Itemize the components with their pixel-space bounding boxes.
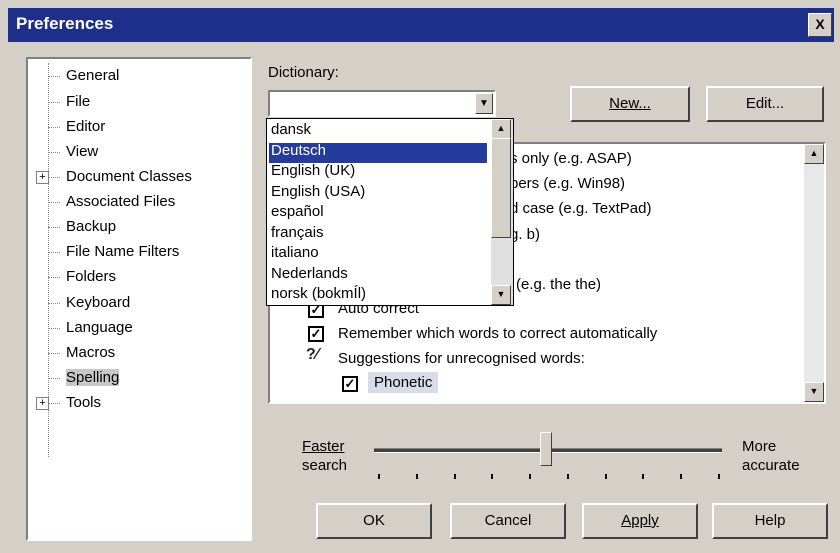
suggestions-label: Suggestions for unrecognised words:: [338, 350, 585, 367]
tree-connector: [48, 152, 60, 153]
slider-tick: [680, 474, 683, 479]
cancel-button[interactable]: Cancel: [450, 503, 566, 539]
tree-item-general[interactable]: General: [66, 67, 119, 84]
dictionary-option[interactable]: Deutsch: [271, 142, 326, 159]
tree-item-keyboard[interactable]: Keyboard: [66, 294, 130, 311]
tree-item-folders[interactable]: Folders: [66, 268, 116, 285]
tree-connector: [48, 403, 60, 404]
tree-item-view[interactable]: View: [66, 143, 98, 160]
preferences-dialog: Preferences X General File Editor View + Docu…: [0, 0, 840, 553]
dictionary-option[interactable]: Nederlands: [271, 265, 348, 282]
tree-item-associated-files[interactable]: Associated Files: [66, 193, 175, 210]
dictionary-option[interactable]: norsk (bokmÍl): [271, 285, 366, 302]
ok-button-label: OK: [363, 512, 385, 529]
slider-right-label-2: accurate: [742, 457, 800, 474]
remember-corrections-checkbox[interactable]: ✓: [308, 326, 324, 342]
dictionary-label: Dictionary:: [268, 64, 339, 81]
tree-item-spelling[interactable]: Spelling: [66, 369, 120, 386]
close-button[interactable]: X: [808, 13, 832, 37]
accuracy-slider-thumb[interactable]: [540, 432, 552, 466]
scroll-up-icon[interactable]: ▲: [804, 144, 824, 164]
tree-expand-icon[interactable]: +: [36, 171, 49, 184]
apply-button-label: Apply: [621, 512, 659, 529]
tree-connector: [48, 328, 60, 329]
dictionary-select[interactable]: ▼: [268, 90, 496, 117]
dictionary-option[interactable]: español: [271, 203, 324, 220]
phonetic-checkbox[interactable]: ✓: [342, 376, 358, 392]
dropdown-arrow-icon[interactable]: ▼: [475, 93, 493, 114]
tree-connector: [48, 127, 60, 128]
dictionary-option[interactable]: English (UK): [271, 162, 355, 179]
slider-tick: [491, 474, 494, 479]
dropdown-scroll-down-icon[interactable]: ▼: [491, 285, 511, 305]
option-mixed-case[interactable]: d case (e.g. TextPad): [510, 200, 651, 217]
remember-corrections-label: Remember which words to correct automati…: [338, 325, 658, 342]
new-button-label: New...: [609, 95, 651, 112]
slider-tick: [718, 474, 720, 479]
options-scrollbar[interactable]: ▲ ▼: [804, 144, 824, 402]
slider-tick: [415, 474, 418, 479]
title-bar: Preferences X: [8, 8, 834, 42]
tree-item-file[interactable]: File: [66, 93, 90, 110]
slider-tick: [604, 474, 607, 479]
tree-item-backup[interactable]: Backup: [66, 218, 116, 235]
tree-connector: [48, 76, 60, 77]
new-button[interactable]: New...: [570, 86, 690, 122]
option-repeated-words[interactable]: (e.g. the the): [516, 276, 601, 293]
slider-tick: [453, 474, 456, 479]
tree-connector: [48, 277, 60, 278]
tree-item-macros[interactable]: Macros: [66, 344, 115, 361]
phonetic-label: Phonetic: [368, 372, 439, 393]
tree-item-language[interactable]: Language: [66, 319, 133, 336]
tree-item-file-name-filters[interactable]: File Name Filters: [66, 243, 179, 260]
option-single-letter[interactable]: g. b): [510, 226, 540, 243]
dialog-title: Preferences: [16, 14, 114, 33]
slider-tick: [642, 474, 645, 479]
tree-item-editor[interactable]: Editor: [66, 118, 105, 135]
slider-tick: [529, 474, 532, 479]
slider-tick: [566, 474, 569, 479]
tree-connector: [48, 303, 60, 304]
tree-connector: [48, 353, 60, 354]
option-uppercase[interactable]: s only (e.g. ASAP): [510, 150, 632, 167]
help-button[interactable]: Help: [712, 503, 828, 539]
tree-expand-icon[interactable]: +: [36, 397, 49, 410]
slider-left-label-1: Faster: [302, 438, 345, 455]
scroll-down-icon[interactable]: ▼: [804, 382, 824, 402]
tree-connector: [48, 177, 60, 178]
dropdown-scrollbar[interactable]: ▲ ▼: [491, 119, 513, 305]
slider-tick: [378, 474, 380, 479]
option-numbers[interactable]: bers (e.g. Win98): [510, 175, 625, 192]
dictionary-dropdown-list[interactable]: dansk Deutsch English (UK) English (USA) esp…: [266, 118, 514, 306]
tree-item-document-classes[interactable]: Document Classes: [66, 168, 192, 185]
tree-item-tools[interactable]: Tools: [66, 394, 101, 411]
slider-left-label-2: search: [302, 457, 348, 474]
tree-connector: [48, 102, 60, 103]
cancel-button-label: Cancel: [484, 512, 532, 529]
edit-button[interactable]: Edit...: [706, 86, 824, 122]
preferences-tree[interactable]: General File Editor View + Document Classes As…: [26, 57, 252, 541]
tree-connector: [48, 378, 60, 379]
dictionary-option[interactable]: italiano: [271, 244, 319, 261]
ok-button[interactable]: OK: [316, 503, 432, 539]
dictionary-option[interactable]: English (USA): [271, 183, 365, 200]
dropdown-scroll-thumb[interactable]: [491, 138, 511, 238]
dropdown-scroll-up-icon[interactable]: ▲: [491, 119, 511, 139]
dictionary-option[interactable]: dansk: [271, 121, 311, 138]
help-button-label: Help: [754, 512, 786, 529]
tree-connector: [48, 252, 60, 253]
slider-right-label-1: More: [742, 438, 777, 455]
suggestions-icon: ?∕: [306, 346, 319, 363]
apply-button[interactable]: Apply: [582, 503, 698, 539]
tree-connector: [48, 202, 60, 203]
tree-connector: [48, 227, 60, 228]
edit-button-label: Edit...: [745, 95, 785, 112]
dictionary-option[interactable]: français: [271, 224, 324, 241]
